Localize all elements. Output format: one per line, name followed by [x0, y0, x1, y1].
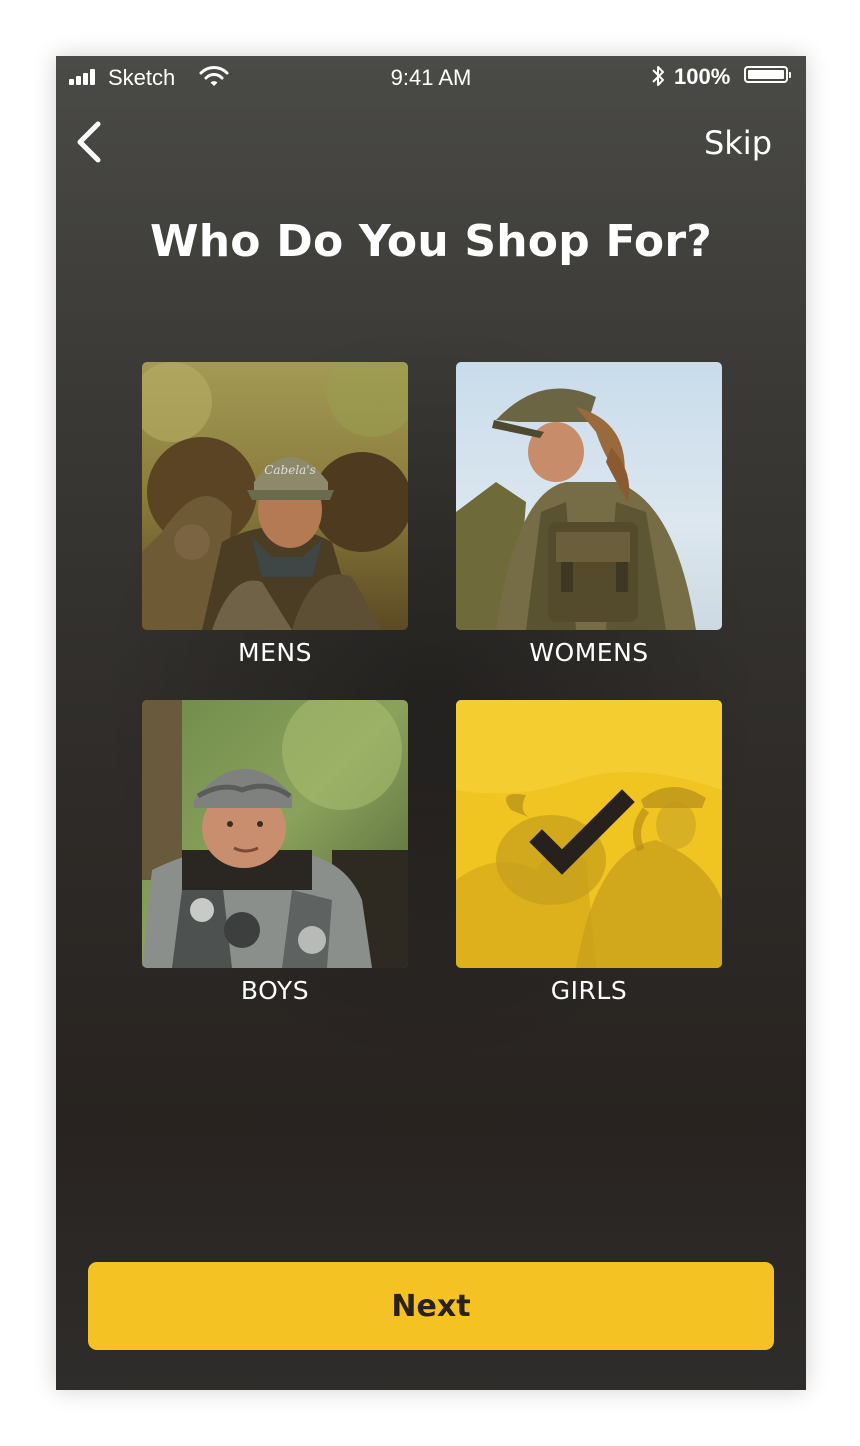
battery-percent: 100%	[674, 64, 731, 89]
page-title: Who Do You Shop For?	[150, 216, 712, 267]
app-screen: Sketch 9:41 AM 100% Skip Who Do You Shop…	[56, 56, 806, 1390]
option-label-girls: GIRLS	[550, 976, 628, 1005]
girls-photo	[456, 700, 722, 968]
option-girls[interactable]: GIRLS	[456, 700, 722, 1005]
back-button[interactable]	[72, 118, 108, 166]
option-label-mens: MENS	[238, 638, 312, 667]
mens-photo: Cabela's	[142, 362, 408, 630]
chevron-left-icon	[77, 121, 101, 163]
womens-photo	[456, 362, 722, 630]
option-womens[interactable]: WOMENS	[456, 362, 722, 667]
battery-icon	[744, 66, 791, 83]
bluetooth-icon	[650, 63, 666, 95]
option-label-boys: BOYS	[240, 976, 310, 1005]
next-button[interactable]: Next	[88, 1262, 774, 1350]
status-bar: Sketch 9:41 AM 100%	[56, 56, 806, 96]
option-mens[interactable]: Cabela's MENS	[142, 362, 408, 667]
option-boys[interactable]: BOYS	[142, 700, 408, 1005]
skip-button[interactable]: Skip	[704, 124, 772, 162]
battery-fill	[748, 70, 784, 79]
svg-text:Cabela's: Cabela's	[264, 463, 316, 477]
boys-photo	[142, 700, 408, 968]
option-label-womens: WOMENS	[529, 638, 649, 667]
